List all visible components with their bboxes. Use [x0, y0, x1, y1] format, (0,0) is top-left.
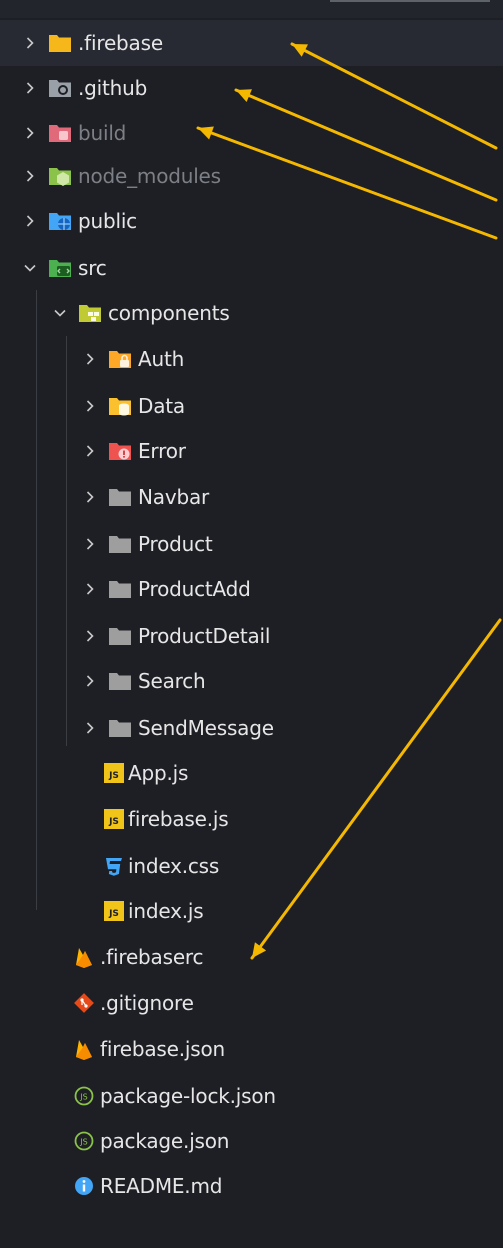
arrow-to-firebase [290, 42, 498, 150]
arrow-to-github [234, 88, 498, 202]
annotation-arrows [196, 42, 502, 960]
arrow-to-firebaserc [250, 618, 502, 960]
file-explorer: .firebase .github build node_modules public s… [0, 0, 503, 1248]
